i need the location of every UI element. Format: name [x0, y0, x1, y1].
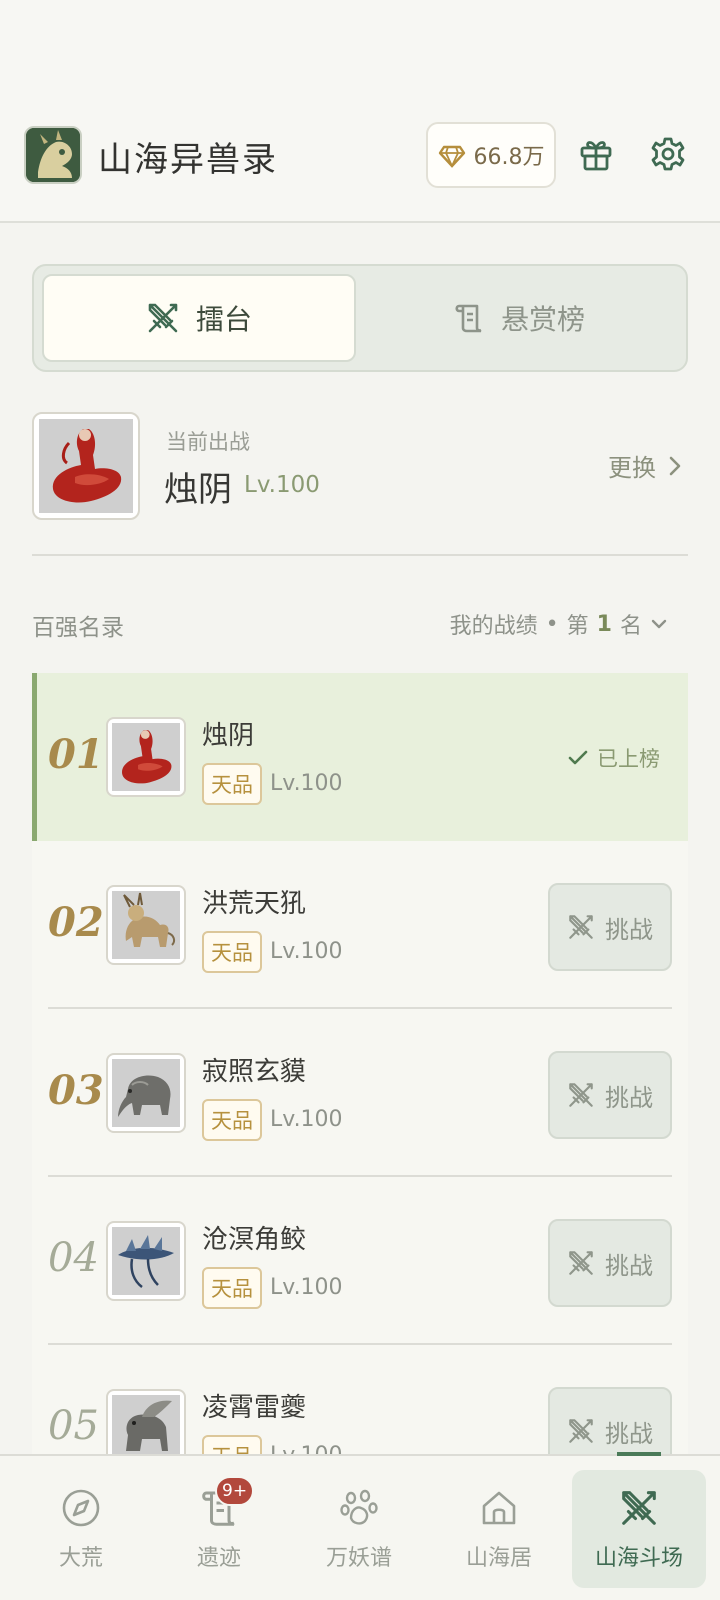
my-rank-suffix: 名 — [619, 614, 642, 639]
top-hundred-title: 百强名录 — [32, 615, 124, 641]
rank-number: 02 — [48, 899, 104, 946]
change-fighter-label: 更换 — [608, 454, 656, 482]
separator-dot: • — [545, 611, 559, 637]
scroll-icon — [455, 304, 482, 333]
check-icon — [568, 750, 588, 765]
grade-badge: 天品 — [202, 763, 262, 805]
arena-tabs: 擂台 悬赏榜 — [32, 264, 688, 372]
nav-label: 遗迹 — [196, 1546, 241, 1571]
creature-name: 凌霄雷夔 — [202, 1393, 307, 1423]
grade-badge: 天品 — [202, 1267, 262, 1309]
grade-badge: 天品 — [202, 931, 262, 973]
my-rank-value: 1 — [596, 611, 612, 637]
app-header: 山海异兽录 66.8万 — [0, 110, 720, 223]
nav-label: 山海居 — [465, 1546, 532, 1571]
ranking-row-4[interactable]: 04 沧溟角鲛 天品 Lv.100 挑战 — [32, 1177, 688, 1345]
gem-balance[interactable]: 66.8万 — [426, 122, 556, 188]
crossed-swords-icon — [617, 1486, 661, 1530]
challenge-label: 挑战 — [605, 1419, 653, 1448]
challenge-button[interactable]: 挑战 — [548, 883, 672, 971]
creature-avatar — [106, 717, 186, 797]
grade-badge: 天品 — [202, 1099, 262, 1141]
gem-icon — [438, 145, 465, 169]
challenge-button[interactable]: 挑战 — [548, 1387, 672, 1457]
ranking-row-3[interactable]: 03 寂照玄貘 天品 Lv.100 挑战 — [32, 1009, 688, 1177]
on-board-status: 已上榜 — [567, 743, 660, 773]
challenge-label: 挑战 — [605, 915, 653, 944]
crossed-swords-icon — [569, 1083, 593, 1107]
creature-level: Lv.100 — [270, 939, 343, 964]
current-fighter: 当前出战 烛阴 Lv.100 更换 — [32, 412, 688, 556]
my-rank-prefix: 第 — [566, 614, 589, 639]
on-board-label: 已上榜 — [597, 747, 660, 771]
creature-name: 寂照玄貘 — [202, 1057, 307, 1087]
tab-bounty-label: 悬赏榜 — [500, 303, 585, 336]
nav-label: 万妖谱 — [325, 1546, 392, 1571]
creature-name: 沧溟角鲛 — [202, 1225, 307, 1255]
creature-name: 洪荒天犼 — [202, 889, 307, 919]
current-fighter-name: 烛阴 — [164, 470, 232, 510]
nav-item-bestiary[interactable]: 万妖谱 — [292, 1470, 426, 1588]
crossed-swords-icon — [569, 1251, 593, 1275]
paw-icon — [337, 1486, 381, 1530]
nav-label: 山海斗场 — [594, 1546, 683, 1571]
creature-avatar — [106, 1221, 186, 1301]
status-bar-space — [0, 0, 720, 110]
creature-level: Lv.100 — [270, 1107, 343, 1132]
chevron-down-icon — [651, 619, 667, 629]
gift-icon[interactable] — [574, 132, 618, 176]
scroll-icon: 9+ — [197, 1476, 255, 1530]
rank-number: 01 — [48, 731, 104, 778]
rank-number: 04 — [48, 1235, 99, 1281]
ranking-list: 01 烛阴 天品 Lv.100 已上榜 02 洪荒天犼 天品 Lv.100 挑战… — [32, 673, 688, 1457]
crossed-swords-icon — [148, 303, 178, 333]
home-icon — [477, 1486, 521, 1530]
creature-avatar — [106, 1389, 186, 1457]
compass-icon — [59, 1486, 103, 1530]
tab-arena-label: 擂台 — [195, 303, 252, 336]
gem-amount: 66.8万 — [473, 145, 545, 170]
rank-number: 05 — [48, 1403, 99, 1449]
crossed-swords-icon — [569, 1419, 593, 1443]
nav-item-wilderness[interactable]: 大荒 — [14, 1470, 148, 1588]
nav-item-home[interactable]: 山海居 — [432, 1470, 566, 1588]
my-record-label: 我的战绩 — [449, 614, 538, 639]
creature-name: 烛阴 — [202, 721, 255, 751]
current-fighter-label: 当前出战 — [166, 430, 250, 454]
rank-number: 03 — [48, 1067, 104, 1114]
crossed-swords-icon — [569, 915, 593, 939]
settings-icon[interactable] — [646, 132, 690, 176]
nav-active-indicator — [617, 1452, 661, 1456]
chevron-right-icon — [669, 456, 681, 475]
bottom-nav: 大荒 9+ 遗迹 万妖谱 山海居 山海斗场 — [0, 1452, 720, 1600]
nav-label: 大荒 — [58, 1546, 103, 1571]
notification-badge: 9+ — [215, 1476, 255, 1506]
creature-level: Lv.100 — [270, 771, 343, 796]
current-fighter-level: Lv.100 — [244, 472, 320, 498]
tab-arena[interactable]: 擂台 — [42, 274, 356, 362]
my-record-dropdown[interactable]: 我的战绩 • 第 1 名 — [450, 608, 668, 640]
nav-item-ruins[interactable]: 9+ 遗迹 — [152, 1470, 286, 1588]
creature-avatar — [106, 1053, 186, 1133]
change-fighter-button[interactable]: 更换 — [608, 448, 682, 483]
app-title: 山海异兽录 — [98, 140, 278, 180]
challenge-button[interactable]: 挑战 — [548, 1051, 672, 1139]
challenge-label: 挑战 — [605, 1251, 653, 1280]
current-fighter-avatar — [32, 412, 140, 520]
creature-avatar — [106, 885, 186, 965]
ranking-row-1[interactable]: 01 烛阴 天品 Lv.100 已上榜 — [32, 673, 688, 841]
creature-level: Lv.100 — [270, 1275, 343, 1300]
nav-item-arena[interactable]: 山海斗场 — [572, 1470, 706, 1588]
tab-bounty[interactable]: 悬赏榜 — [362, 274, 676, 362]
challenge-label: 挑战 — [605, 1083, 653, 1112]
ranking-row-5[interactable]: 05 凌霄雷夔 天品 Lv.100 挑战 — [32, 1345, 688, 1457]
app-logo — [24, 126, 82, 184]
ranking-row-2[interactable]: 02 洪荒天犼 天品 Lv.100 挑战 — [32, 841, 688, 1009]
challenge-button[interactable]: 挑战 — [548, 1219, 672, 1307]
